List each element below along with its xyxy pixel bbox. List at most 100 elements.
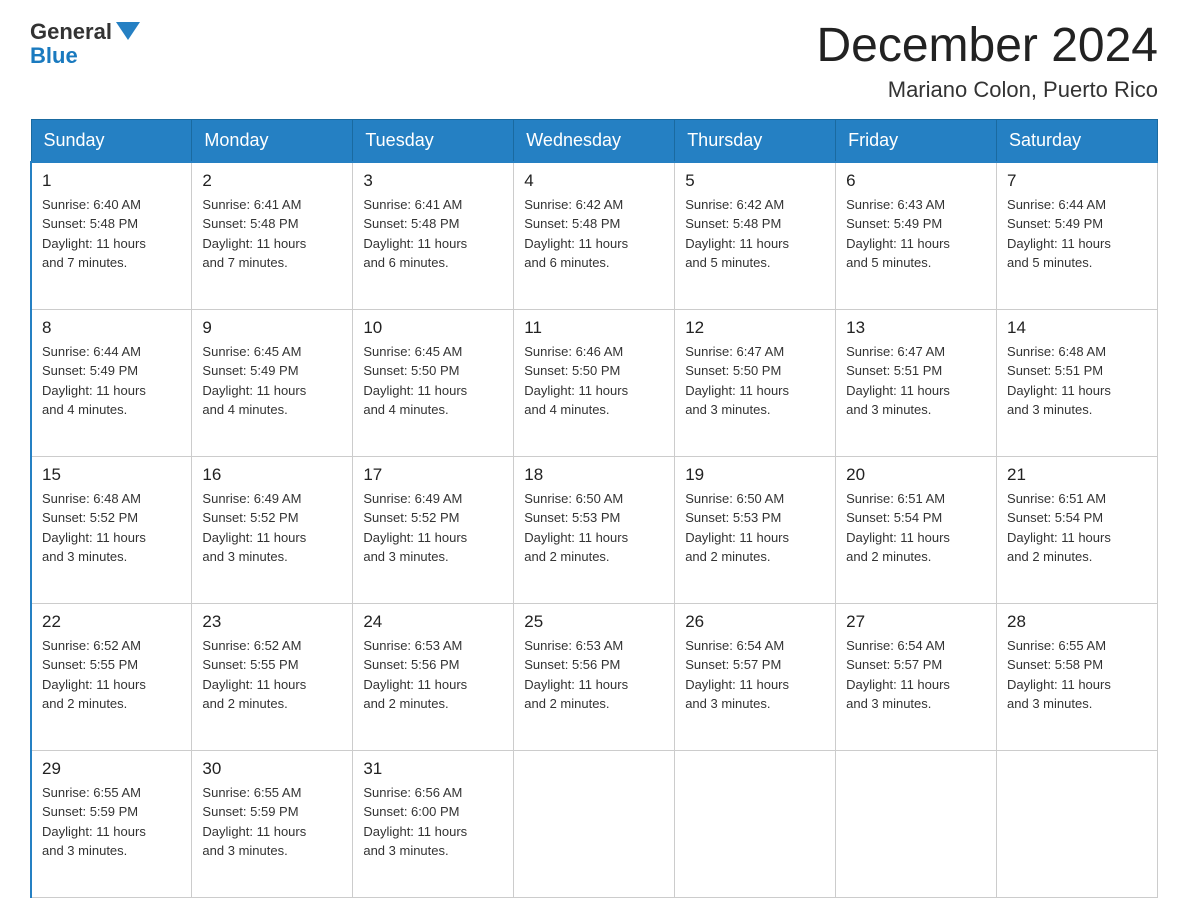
day-number: 4 — [524, 171, 664, 191]
day-info: Sunrise: 6:44 AM Sunset: 5:49 PM Dayligh… — [1007, 195, 1147, 273]
logo-icon — [114, 16, 142, 44]
calendar-cell: 27 Sunrise: 6:54 AM Sunset: 5:57 PM Dayli… — [836, 603, 997, 750]
day-info: Sunrise: 6:47 AM Sunset: 5:51 PM Dayligh… — [846, 342, 986, 420]
weekday-header-monday: Monday — [192, 119, 353, 162]
day-info: Sunrise: 6:54 AM Sunset: 5:57 PM Dayligh… — [846, 636, 986, 714]
weekday-header-wednesday: Wednesday — [514, 119, 675, 162]
day-info: Sunrise: 6:40 AM Sunset: 5:48 PM Dayligh… — [42, 195, 181, 273]
day-number: 6 — [846, 171, 986, 191]
day-info: Sunrise: 6:41 AM Sunset: 5:48 PM Dayligh… — [202, 195, 342, 273]
day-number: 27 — [846, 612, 986, 632]
calendar-cell: 11 Sunrise: 6:46 AM Sunset: 5:50 PM Dayli… — [514, 309, 675, 456]
day-info: Sunrise: 6:52 AM Sunset: 5:55 PM Dayligh… — [202, 636, 342, 714]
day-info: Sunrise: 6:55 AM Sunset: 5:59 PM Dayligh… — [202, 783, 342, 861]
page-container: General Blue December 2024 Mariano Colon… — [0, 0, 1188, 918]
day-info: Sunrise: 6:45 AM Sunset: 5:49 PM Dayligh… — [202, 342, 342, 420]
calendar-cell: 15Sunrise: 6:48 AM Sunset: 5:52 PM Dayli… — [31, 456, 192, 603]
day-number: 15 — [42, 465, 181, 485]
day-number: 10 — [363, 318, 503, 338]
calendar-cell: 21Sunrise: 6:51 AM Sunset: 5:54 PM Dayli… — [997, 456, 1158, 603]
calendar-cell: 25 Sunrise: 6:53 AM Sunset: 5:56 PM Dayli… — [514, 603, 675, 750]
calendar-cell — [675, 750, 836, 897]
day-info: Sunrise: 6:45 AM Sunset: 5:50 PM Dayligh… — [363, 342, 503, 420]
calendar-cell: 28 Sunrise: 6:55 AM Sunset: 5:58 PM Dayli… — [997, 603, 1158, 750]
day-number: 11 — [524, 318, 664, 338]
calendar-cell: 4 Sunrise: 6:42 AM Sunset: 5:48 PM Daylig… — [514, 162, 675, 310]
day-number: 17 — [363, 465, 503, 485]
month-title: December 2024 — [816, 20, 1158, 73]
header: General Blue December 2024 Mariano Colon… — [30, 20, 1158, 103]
day-number: 25 — [524, 612, 664, 632]
day-number: 14 — [1007, 318, 1147, 338]
week-row-2: 8 Sunrise: 6:44 AM Sunset: 5:49 PM Daylig… — [31, 309, 1158, 456]
calendar-cell: 8 Sunrise: 6:44 AM Sunset: 5:49 PM Daylig… — [31, 309, 192, 456]
day-info: Sunrise: 6:49 AM Sunset: 5:52 PM Dayligh… — [202, 489, 342, 567]
calendar-cell: 31 Sunrise: 6:56 AM Sunset: 6:00 PM Dayli… — [353, 750, 514, 897]
logo-general: General — [30, 20, 112, 44]
day-info: Sunrise: 6:52 AM Sunset: 5:55 PM Dayligh… — [42, 636, 181, 714]
calendar-cell: 14 Sunrise: 6:48 AM Sunset: 5:51 PM Dayli… — [997, 309, 1158, 456]
calendar-cell: 2Sunrise: 6:41 AM Sunset: 5:48 PM Daylig… — [192, 162, 353, 310]
day-number: 26 — [685, 612, 825, 632]
weekday-header-saturday: Saturday — [997, 119, 1158, 162]
calendar-cell: 23 Sunrise: 6:52 AM Sunset: 5:55 PM Dayli… — [192, 603, 353, 750]
day-info: Sunrise: 6:50 AM Sunset: 5:53 PM Dayligh… — [524, 489, 664, 567]
weekday-header-sunday: Sunday — [31, 119, 192, 162]
week-row-1: 1 Sunrise: 6:40 AM Sunset: 5:48 PM Daylig… — [31, 162, 1158, 310]
calendar-cell: 7 Sunrise: 6:44 AM Sunset: 5:49 PM Daylig… — [997, 162, 1158, 310]
logo-blue: Blue — [30, 44, 142, 68]
calendar-header: SundayMondayTuesdayWednesdayThursdayFrid… — [31, 119, 1158, 162]
calendar-cell: 19 Sunrise: 6:50 AM Sunset: 5:53 PM Dayli… — [675, 456, 836, 603]
day-number: 3 — [363, 171, 503, 191]
day-number: 7 — [1007, 171, 1147, 191]
calendar-cell: 13 Sunrise: 6:47 AM Sunset: 5:51 PM Dayli… — [836, 309, 997, 456]
day-number: 13 — [846, 318, 986, 338]
day-info: Sunrise: 6:56 AM Sunset: 6:00 PM Dayligh… — [363, 783, 503, 861]
location-title: Mariano Colon, Puerto Rico — [816, 77, 1158, 103]
weekday-header-row: SundayMondayTuesdayWednesdayThursdayFrid… — [31, 119, 1158, 162]
calendar-cell: 22 Sunrise: 6:52 AM Sunset: 5:55 PM Dayli… — [31, 603, 192, 750]
week-row-5: 29Sunrise: 6:55 AM Sunset: 5:59 PM Dayli… — [31, 750, 1158, 897]
calendar-cell: 18 Sunrise: 6:50 AM Sunset: 5:53 PM Dayli… — [514, 456, 675, 603]
calendar-body: 1 Sunrise: 6:40 AM Sunset: 5:48 PM Daylig… — [31, 162, 1158, 898]
calendar-cell: 5Sunrise: 6:42 AM Sunset: 5:48 PM Daylig… — [675, 162, 836, 310]
day-info: Sunrise: 6:42 AM Sunset: 5:48 PM Dayligh… — [524, 195, 664, 273]
day-info: Sunrise: 6:44 AM Sunset: 5:49 PM Dayligh… — [42, 342, 181, 420]
title-area: December 2024 Mariano Colon, Puerto Rico — [816, 20, 1158, 103]
day-info: Sunrise: 6:43 AM Sunset: 5:49 PM Dayligh… — [846, 195, 986, 273]
day-info: Sunrise: 6:46 AM Sunset: 5:50 PM Dayligh… — [524, 342, 664, 420]
day-info: Sunrise: 6:53 AM Sunset: 5:56 PM Dayligh… — [363, 636, 503, 714]
day-info: Sunrise: 6:42 AM Sunset: 5:48 PM Dayligh… — [685, 195, 825, 273]
calendar-cell: 10 Sunrise: 6:45 AM Sunset: 5:50 PM Dayli… — [353, 309, 514, 456]
day-number: 22 — [42, 612, 181, 632]
calendar-cell: 12Sunrise: 6:47 AM Sunset: 5:50 PM Dayli… — [675, 309, 836, 456]
day-number: 9 — [202, 318, 342, 338]
logo-text: General Blue — [30, 20, 142, 68]
calendar-table: SundayMondayTuesdayWednesdayThursdayFrid… — [30, 119, 1158, 898]
calendar-cell: 26Sunrise: 6:54 AM Sunset: 5:57 PM Dayli… — [675, 603, 836, 750]
day-number: 19 — [685, 465, 825, 485]
day-number: 1 — [42, 171, 181, 191]
calendar-cell — [514, 750, 675, 897]
calendar-cell: 16Sunrise: 6:49 AM Sunset: 5:52 PM Dayli… — [192, 456, 353, 603]
calendar-cell: 1 Sunrise: 6:40 AM Sunset: 5:48 PM Daylig… — [31, 162, 192, 310]
day-number: 21 — [1007, 465, 1147, 485]
day-info: Sunrise: 6:53 AM Sunset: 5:56 PM Dayligh… — [524, 636, 664, 714]
day-number: 31 — [363, 759, 503, 779]
weekday-header-friday: Friday — [836, 119, 997, 162]
day-number: 23 — [202, 612, 342, 632]
day-info: Sunrise: 6:51 AM Sunset: 5:54 PM Dayligh… — [846, 489, 986, 567]
day-info: Sunrise: 6:55 AM Sunset: 5:58 PM Dayligh… — [1007, 636, 1147, 714]
day-info: Sunrise: 6:48 AM Sunset: 5:51 PM Dayligh… — [1007, 342, 1147, 420]
day-info: Sunrise: 6:50 AM Sunset: 5:53 PM Dayligh… — [685, 489, 825, 567]
calendar-cell: 3Sunrise: 6:41 AM Sunset: 5:48 PM Daylig… — [353, 162, 514, 310]
day-number: 8 — [42, 318, 181, 338]
weekday-header-thursday: Thursday — [675, 119, 836, 162]
day-number: 18 — [524, 465, 664, 485]
calendar-cell: 29Sunrise: 6:55 AM Sunset: 5:59 PM Dayli… — [31, 750, 192, 897]
calendar-cell: 20Sunrise: 6:51 AM Sunset: 5:54 PM Dayli… — [836, 456, 997, 603]
calendar-cell: 9 Sunrise: 6:45 AM Sunset: 5:49 PM Daylig… — [192, 309, 353, 456]
week-row-4: 22 Sunrise: 6:52 AM Sunset: 5:55 PM Dayli… — [31, 603, 1158, 750]
day-number: 30 — [202, 759, 342, 779]
day-number: 28 — [1007, 612, 1147, 632]
